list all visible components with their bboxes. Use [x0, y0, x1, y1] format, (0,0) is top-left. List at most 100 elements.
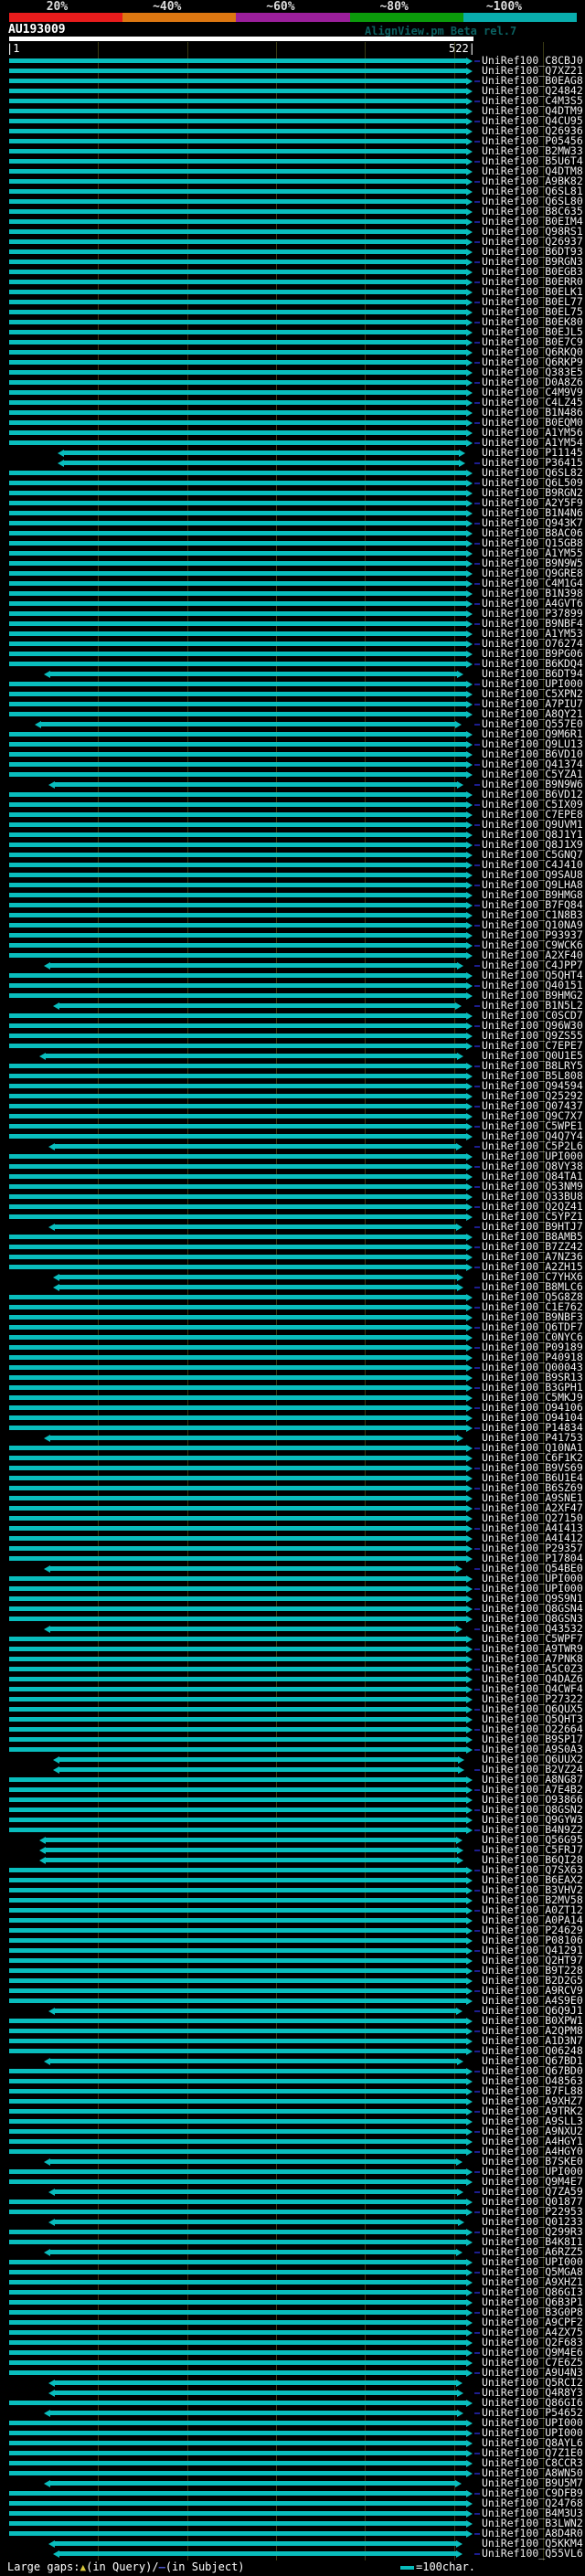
alignment-bar[interactable]: [9, 641, 467, 646]
alignment-bar[interactable]: [9, 692, 467, 696]
alignment-bar[interactable]: [9, 2260, 467, 2264]
alignment-bar[interactable]: [9, 249, 467, 254]
alignment-bar[interactable]: [9, 2350, 467, 2355]
alignment-bar[interactable]: [9, 2099, 467, 2104]
alignment-bar[interactable]: [9, 1064, 467, 1068]
alignment-bar[interactable]: [9, 2029, 467, 2033]
alignment-bar[interactable]: [9, 953, 467, 958]
alignment-bar[interactable]: [9, 2210, 467, 2214]
alignment-bar[interactable]: [9, 1104, 467, 1108]
alignment-bar[interactable]: [9, 853, 467, 857]
alignment-bar[interactable]: [9, 2491, 467, 2496]
alignment-bar[interactable]: [9, 1405, 467, 1410]
alignment-bar[interactable]: [9, 732, 467, 737]
alignment-bar[interactable]: [9, 581, 467, 586]
alignment-bar[interactable]: [9, 89, 467, 93]
alignment-bar[interactable]: [49, 2250, 457, 2254]
alignment-bar[interactable]: [9, 551, 467, 556]
alignment-bar[interactable]: [9, 1305, 467, 1309]
alignment-bar[interactable]: [54, 1144, 457, 1149]
alignment-bar[interactable]: [9, 290, 467, 294]
alignment-bar[interactable]: [9, 129, 467, 133]
alignment-bar[interactable]: [9, 1747, 467, 1752]
alignment-bar[interactable]: [9, 571, 467, 576]
alignment-bar[interactable]: [9, 2501, 467, 2506]
alignment-bar[interactable]: [9, 1908, 467, 1913]
alignment-bar[interactable]: [46, 1838, 457, 1842]
alignment-bar[interactable]: [41, 722, 456, 726]
alignment-bar[interactable]: [9, 119, 467, 123]
alignment-bar[interactable]: [9, 1978, 467, 1983]
alignment-bar[interactable]: [9, 1446, 467, 1450]
alignment-bar[interactable]: [9, 1807, 467, 1812]
alignment-bar[interactable]: [54, 2380, 457, 2385]
alignment-bar[interactable]: [9, 1516, 467, 1521]
alignment-bar[interactable]: [9, 2441, 467, 2445]
alignment-bar[interactable]: [9, 883, 467, 887]
alignment-bar[interactable]: [9, 1687, 467, 1691]
alignment-bar[interactable]: [54, 2189, 458, 2194]
alignment-bar[interactable]: [9, 169, 467, 174]
alignment-bar[interactable]: [9, 420, 467, 425]
alignment-bar[interactable]: [9, 380, 467, 385]
alignment-bar[interactable]: [9, 2019, 467, 2023]
alignment-bar[interactable]: [9, 621, 467, 626]
alignment-bar[interactable]: [9, 762, 467, 767]
alignment-bar[interactable]: [9, 2471, 467, 2475]
alignment-bar[interactable]: [9, 1325, 467, 1330]
alignment-bar[interactable]: [9, 2280, 467, 2284]
alignment-bar[interactable]: [9, 923, 467, 928]
alignment-bar[interactable]: [9, 1868, 467, 1872]
alignment-bar[interactable]: [9, 752, 467, 757]
alignment-bar[interactable]: [9, 69, 467, 73]
alignment-bar[interactable]: [9, 1968, 467, 1973]
alignment-bar[interactable]: [63, 461, 460, 465]
alignment-bar[interactable]: [49, 2481, 456, 2486]
alignment-bar[interactable]: [58, 2551, 457, 2556]
alignment-bar[interactable]: [9, 601, 467, 606]
alignment-bar[interactable]: [9, 1526, 467, 1531]
alignment-bar[interactable]: [9, 1617, 467, 1621]
alignment-bar[interactable]: [9, 2401, 467, 2405]
alignment-bar[interactable]: [9, 1988, 467, 1993]
alignment-bar[interactable]: [54, 1224, 457, 1229]
alignment-bar[interactable]: [9, 2079, 467, 2083]
alignment-bar[interactable]: [9, 1034, 467, 1038]
alignment-bar[interactable]: [9, 1134, 467, 1139]
alignment-bar[interactable]: [9, 1606, 467, 1611]
alignment-bar[interactable]: [9, 1727, 467, 1732]
alignment-bar[interactable]: [9, 1828, 467, 1832]
alignment-bar[interactable]: [9, 1546, 467, 1551]
alignment-bar[interactable]: [9, 189, 467, 194]
alignment-bar[interactable]: [9, 491, 467, 495]
alignment-bar[interactable]: [9, 2451, 467, 2455]
alignment-bar[interactable]: [9, 99, 467, 103]
alignment-bar[interactable]: [9, 1948, 467, 1953]
alignment-bar[interactable]: [9, 280, 467, 284]
alignment-bar[interactable]: [9, 792, 467, 797]
alignment-bar[interactable]: [9, 2270, 467, 2274]
alignment-bar[interactable]: [9, 260, 467, 264]
alignment-bar[interactable]: [9, 2119, 467, 2124]
alignment-bar[interactable]: [9, 2521, 467, 2526]
alignment-bar[interactable]: [9, 1194, 467, 1199]
alignment-bar[interactable]: [9, 1456, 467, 1460]
alignment-bar[interactable]: [9, 832, 467, 837]
alignment-bar[interactable]: [9, 1245, 467, 1249]
alignment-bar[interactable]: [9, 1124, 467, 1129]
alignment-bar[interactable]: [9, 2461, 467, 2465]
alignment-bar[interactable]: [9, 2200, 467, 2204]
alignment-bar[interactable]: [9, 2431, 467, 2435]
alignment-bar[interactable]: [9, 2139, 467, 2144]
alignment-bar[interactable]: [9, 1385, 467, 1390]
alignment-bar[interactable]: [9, 1084, 467, 1088]
alignment-bar[interactable]: [9, 511, 467, 515]
alignment-bar[interactable]: [9, 983, 467, 988]
alignment-bar[interactable]: [9, 521, 467, 525]
alignment-bar[interactable]: [9, 1878, 467, 1882]
alignment-bar[interactable]: [49, 2411, 458, 2415]
alignment-bar[interactable]: [49, 2159, 457, 2164]
alignment-bar[interactable]: [46, 1054, 458, 1058]
alignment-bar[interactable]: [9, 1928, 467, 1933]
alignment-bar[interactable]: [9, 913, 467, 917]
